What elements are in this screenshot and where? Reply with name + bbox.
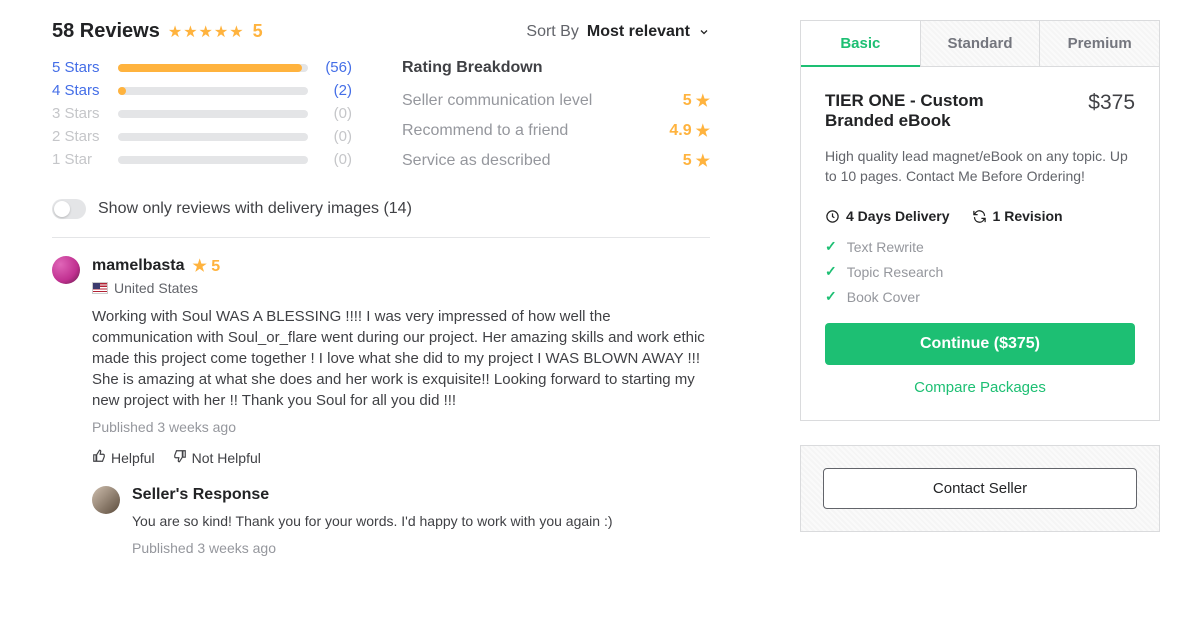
seller-response: Seller's Response You are so kind! Thank… [92,486,710,570]
package-tabs: Basic Standard Premium [800,20,1160,67]
check-icon: ✓ [825,263,837,280]
delivery-images-toggle[interactable] [52,199,86,219]
contact-seller-button[interactable]: Contact Seller [823,468,1137,509]
revisions: 1 Revision [972,208,1063,224]
reviewer-rating: ★ 5 [193,256,221,276]
dist-row-1: 1 Star (0) [52,151,352,168]
star-icon: ★ [696,121,710,141]
rating-distribution: 5 Stars (56) 4 Stars (2) 3 Stars (0) 2 S… [52,59,352,181]
tab-premium[interactable]: Premium [1039,21,1159,66]
package-price: $375 [1088,91,1135,115]
sort-label: Sort By [526,23,578,41]
chevron-down-icon [698,26,710,38]
clock-icon [825,209,840,224]
overall-rating: 5 [253,21,263,42]
package-title: TIER ONE - Custom Branded eBook [825,91,1055,131]
check-icon: ✓ [825,288,837,305]
check-icon: ✓ [825,238,837,255]
seller-response-published: Published 3 weeks ago [132,540,710,556]
refresh-icon [972,209,987,224]
star-icon: ★ [696,151,710,171]
reviews-count: 58 Reviews [52,20,160,43]
toggle-label: Show only reviews with delivery images (… [98,200,412,218]
dist-row-4[interactable]: 4 Stars (2) [52,82,352,99]
helpful-button[interactable]: Helpful [92,449,155,466]
feature-item: ✓Topic Research [825,263,1135,280]
not-helpful-button[interactable]: Not Helpful [173,449,261,466]
dist-row-3: 3 Stars (0) [52,105,352,122]
star-icon: ★ [696,91,710,111]
seller-response-title: Seller's Response [132,486,710,504]
us-flag-icon [92,282,108,294]
breakdown-row: Service as described 5 ★ [402,151,710,171]
reviewer-country: United States [114,280,198,296]
review-published: Published 3 weeks ago [92,419,710,435]
tab-standard[interactable]: Standard [920,21,1040,66]
compare-packages-link[interactable]: Compare Packages [825,379,1135,396]
seller-response-text: You are so kind! Thank you for your word… [132,512,710,532]
reviewer-avatar [52,256,80,284]
package-description: High quality lead magnet/eBook on any to… [825,147,1135,186]
tab-basic[interactable]: Basic [801,21,920,66]
overall-stars: ★★★★★ [168,22,245,42]
thumb-down-icon [173,449,187,466]
sort-value: Most relevant [587,23,690,41]
review-item: mamelbasta ★ 5 United States Working wit… [52,256,710,466]
seller-avatar [92,486,120,514]
sort-dropdown[interactable]: Sort By Most relevant [526,23,710,41]
breakdown-title: Rating Breakdown [402,59,710,77]
feature-item: ✓Text Rewrite [825,238,1135,255]
breakdown-row: Seller communication level 5 ★ [402,91,710,111]
delivery-time: 4 Days Delivery [825,208,950,224]
star-icon: ★ [193,258,207,275]
review-text: Working with Soul WAS A BLESSING !!!! I … [92,306,710,411]
breakdown-row: Recommend to a friend 4.9 ★ [402,121,710,141]
reviewer-name[interactable]: mamelbasta [92,257,185,275]
feature-item: ✓Book Cover [825,288,1135,305]
thumb-up-icon [92,449,106,466]
continue-button[interactable]: Continue ($375) [825,323,1135,365]
dist-row-2: 2 Stars (0) [52,128,352,145]
package-panel: TIER ONE - Custom Branded eBook $375 Hig… [800,67,1160,421]
dist-row-5[interactable]: 5 Stars (56) [52,59,352,76]
